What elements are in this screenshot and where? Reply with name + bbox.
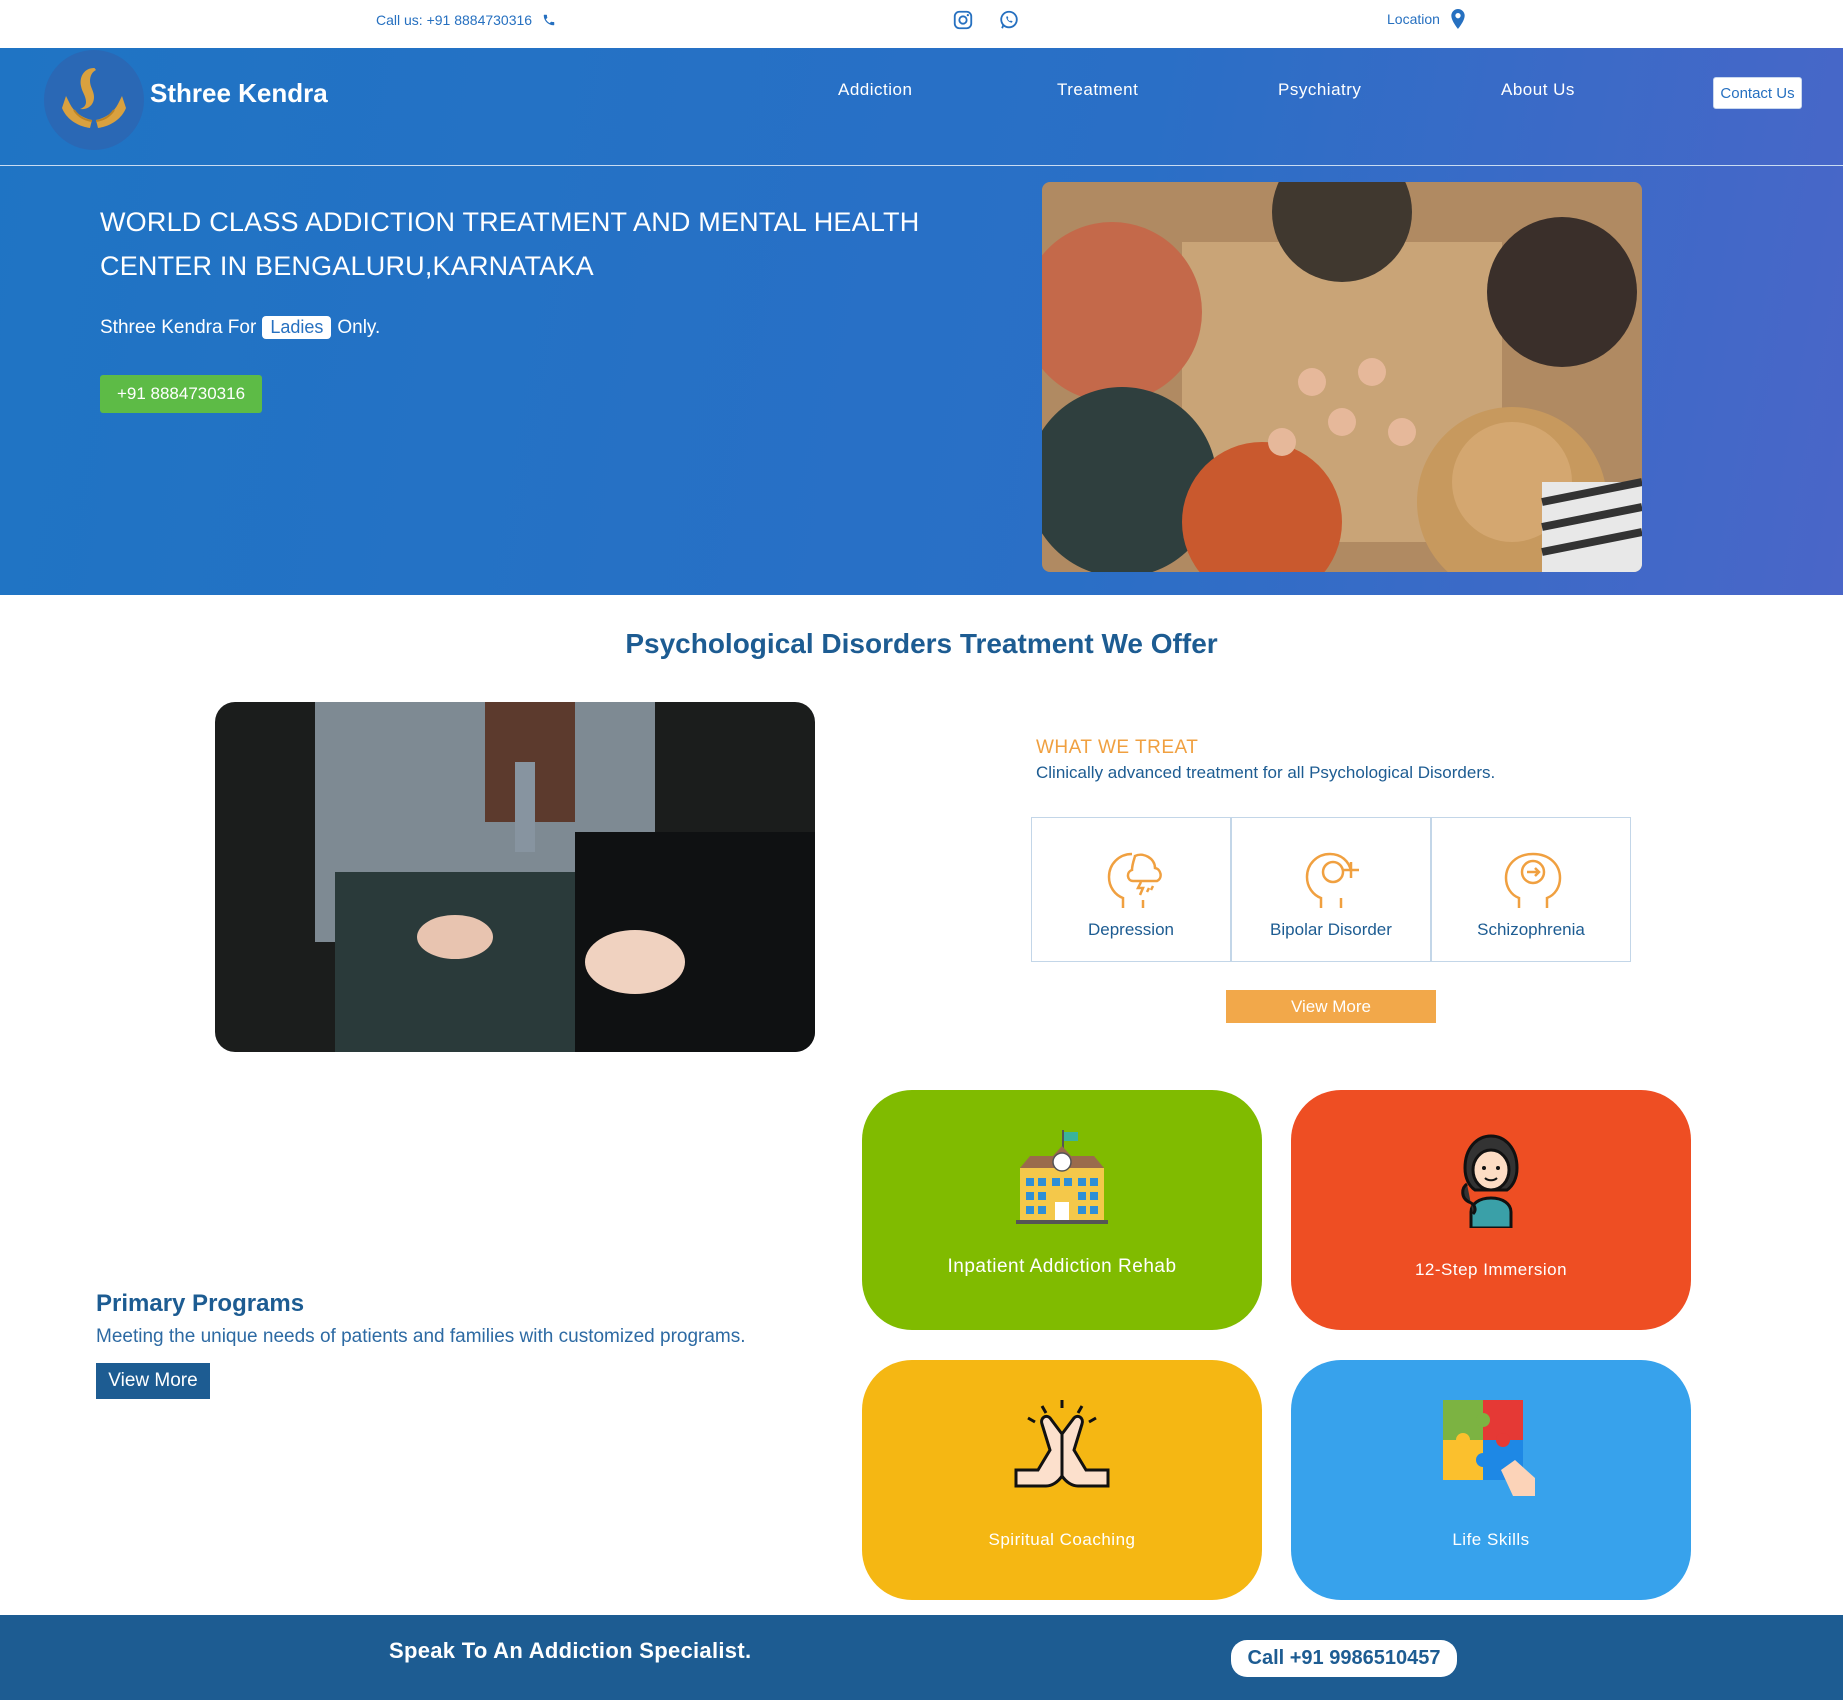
praying-hands-icon: [1014, 1400, 1110, 1488]
head-plus-icon: [1305, 852, 1359, 908]
hero-sub-suffix: Only.: [337, 316, 381, 338]
program-card-12-step-label: 12-Step Immersion: [1414, 1260, 1568, 1279]
ladies-badge: Ladies: [262, 316, 332, 339]
program-card-spiritual-label: Spiritual Coaching: [988, 1530, 1136, 1549]
logo-hands-icon: [62, 68, 126, 128]
hero-subtitle: Sthree Kendra For Ladies Only.: [100, 316, 380, 339]
head-cloud-icon: [1107, 852, 1162, 908]
instagram-icon[interactable]: [952, 9, 976, 33]
program-card-spiritual[interactable]: Spiritual Coaching: [862, 1360, 1262, 1600]
social-links: [952, 9, 1022, 33]
nav-psychiatry[interactable]: Psychiatry: [1278, 80, 1361, 100]
treat-depression-card[interactable]: Depression: [1031, 817, 1231, 962]
navbar: Sthree Kendra Addiction Treatment Psychi…: [0, 48, 1843, 166]
counseling-photo: [215, 702, 815, 1052]
treat-bipolar-label: Bipolar Disorder: [1270, 920, 1392, 939]
hero-call-button[interactable]: +91 8884730316: [100, 375, 262, 413]
map-pin-icon: [1451, 9, 1465, 29]
call-us-link[interactable]: Call us: +91 8884730316: [376, 12, 556, 28]
contact-us-button[interactable]: Contact Us: [1713, 77, 1802, 109]
nav-treatment[interactable]: Treatment: [1057, 80, 1138, 100]
psych-section-title: Psychological Disorders Treatment We Off…: [625, 628, 1218, 659]
programs-view-more-button[interactable]: View More: [96, 1363, 210, 1399]
hero-sub-prefix: Sthree Kendra For: [100, 316, 257, 338]
what-we-treat-subtitle: Clinically advanced treatment for all Ps…: [1036, 763, 1496, 782]
programs-title: Primary Programs: [96, 1290, 305, 1317]
puzzle-hand-icon: [1443, 1400, 1535, 1496]
nav-addiction[interactable]: Addiction: [838, 80, 912, 100]
program-card-inpatient-label: Inpatient Addiction Rehab: [947, 1256, 1177, 1277]
hero-group-photo: [1042, 182, 1642, 572]
whatsapp-icon[interactable]: [998, 9, 1022, 33]
specialist-cta-bar: Speak To An Addiction Specialist. Call +…: [0, 1615, 1843, 1700]
treat-schizophrenia-label: Schizophrenia: [1477, 920, 1585, 939]
school-building-icon: [1016, 1130, 1108, 1224]
specialist-cta-text: Speak To An Addiction Specialist.: [389, 1638, 752, 1663]
call-us-text: Call us: +91 8884730316: [376, 12, 533, 28]
treat-view-more-button[interactable]: View More: [1226, 990, 1436, 1023]
treat-schizophrenia-card[interactable]: Schizophrenia: [1431, 817, 1631, 962]
location-text: Location: [1387, 11, 1440, 27]
top-bar: Call us: +91 8884730316 Location: [0, 0, 1843, 48]
program-card-12-step[interactable]: 12-Step Immersion: [1291, 1090, 1691, 1330]
treat-depression-label: Depression: [1088, 920, 1174, 939]
logo[interactable]: [44, 50, 144, 150]
split-head-icon: [1504, 852, 1562, 908]
programs-description: Meeting the unique needs of patients and…: [96, 1326, 746, 1347]
brand-name[interactable]: Sthree Kendra: [150, 78, 328, 109]
phone-icon: [543, 14, 555, 26]
treat-bipolar-card[interactable]: Bipolar Disorder: [1231, 817, 1431, 962]
hero-title: WORLD CLASS ADDICTION TREATMENT AND MENT…: [100, 207, 920, 281]
program-card-inpatient[interactable]: Inpatient Addiction Rehab: [862, 1090, 1262, 1330]
program-card-life-skills-label: Life Skills: [1452, 1530, 1530, 1549]
specialist-call-button[interactable]: Call +91 9986510457: [1231, 1640, 1457, 1677]
hero-band: Sthree Kendra Addiction Treatment Psychi…: [0, 48, 1843, 595]
nav-about-us[interactable]: About Us: [1501, 80, 1575, 100]
what-we-treat-label: WHAT WE TREAT: [1036, 737, 1199, 758]
program-card-life-skills[interactable]: Life Skills: [1291, 1360, 1691, 1600]
woman-avatar-icon: [1461, 1134, 1519, 1228]
location-link[interactable]: Location: [1387, 9, 1466, 29]
